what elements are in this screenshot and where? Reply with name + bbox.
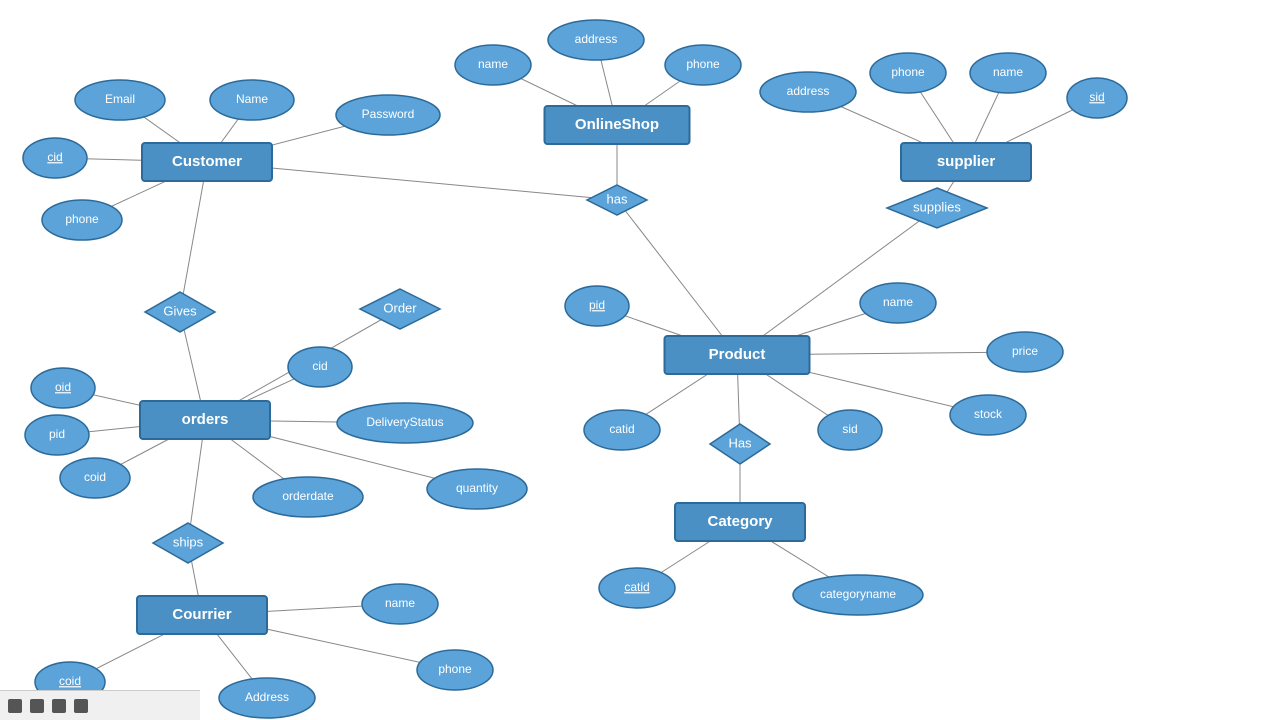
svg-text:Order: Order (383, 300, 417, 315)
svg-text:cid: cid (47, 150, 62, 164)
attribute-attr_pid_ord: pid (25, 415, 89, 455)
attribute-attr_price: price (987, 332, 1063, 372)
entity-product: Product (665, 336, 810, 374)
relationship-has: has (587, 185, 647, 215)
attribute-attr_coid: coid (60, 458, 130, 498)
svg-text:catid: catid (624, 580, 649, 594)
svg-text:phone: phone (65, 212, 99, 226)
toolbar-icon-4[interactable] (74, 699, 88, 713)
svg-text:DeliveryStatus: DeliveryStatus (366, 415, 443, 429)
relationship-gives: Gives (145, 292, 215, 332)
svg-text:Category: Category (707, 513, 773, 530)
svg-text:Courrier: Courrier (172, 606, 231, 623)
attribute-attr_name_prod: name (860, 283, 936, 323)
attribute-attr_phone_cust: phone (42, 200, 122, 240)
attribute-attr_address_cour: Address (219, 678, 315, 718)
entity-onlineshop: OnlineShop (545, 106, 690, 144)
svg-text:coid: coid (84, 470, 106, 484)
svg-text:name: name (883, 295, 913, 309)
attribute-attr_address_shop: address (548, 20, 644, 60)
relationship-ships: ships (153, 523, 223, 563)
svg-text:orders: orders (182, 411, 229, 428)
svg-text:cid: cid (312, 359, 327, 373)
attribute-attr_phone_cour: phone (417, 650, 493, 690)
attribute-attr_orderdate: orderdate (253, 477, 363, 517)
attribute-attr_deliverystatus: DeliveryStatus (337, 403, 473, 443)
attribute-attr_name_shop: name (455, 45, 531, 85)
attribute-attr_pid: pid (565, 286, 629, 326)
toolbar-icon-2[interactable] (30, 699, 44, 713)
svg-text:oid: oid (55, 380, 71, 394)
er-diagram: Email Name cid phone Password address name phon… (0, 0, 1280, 720)
attribute-attr_name_cour: name (362, 584, 438, 624)
attribute-attr_address_sup: address (760, 72, 856, 112)
svg-text:coid: coid (59, 674, 81, 688)
svg-text:categoryname: categoryname (820, 587, 896, 601)
svg-text:OnlineShop: OnlineShop (575, 116, 659, 133)
svg-text:Address: Address (245, 690, 289, 704)
svg-text:supplies: supplies (913, 199, 961, 214)
attribute-attr_password: Password (336, 95, 440, 135)
attribute-attr_categoryname: categoryname (793, 575, 923, 615)
attribute-attr_phone_sup: phone (870, 53, 946, 93)
attribute-attr_phone_shop: phone (665, 45, 741, 85)
attribute-attr_sid_prod: sid (818, 410, 882, 450)
svg-text:supplier: supplier (937, 153, 996, 170)
toolbar-icon-1[interactable] (8, 699, 22, 713)
entity-courrier: Courrier (137, 596, 267, 634)
svg-text:pid: pid (49, 427, 65, 441)
svg-text:quantity: quantity (456, 481, 498, 495)
attribute-attr_oid: oid (31, 368, 95, 408)
svg-text:name: name (478, 57, 508, 71)
svg-text:catid: catid (609, 422, 634, 436)
svg-text:phone: phone (686, 57, 720, 71)
svg-text:sid: sid (1089, 90, 1104, 104)
attribute-attr_quantity: quantity (427, 469, 527, 509)
attribute-attr_cid: cid (23, 138, 87, 178)
attribute-attr_name_sup: name (970, 53, 1046, 93)
entity-supplier: supplier (901, 143, 1031, 181)
svg-text:phone: phone (891, 65, 925, 79)
svg-text:Email: Email (105, 92, 135, 106)
svg-text:Customer: Customer (172, 153, 242, 170)
svg-text:Gives: Gives (163, 303, 197, 318)
svg-text:phone: phone (438, 662, 472, 676)
svg-text:address: address (787, 84, 830, 98)
attribute-attr_email: Email (75, 80, 165, 120)
svg-text:Has: Has (728, 435, 752, 450)
svg-text:orderdate: orderdate (282, 489, 334, 503)
svg-text:Product: Product (709, 346, 766, 363)
svg-text:Name: Name (236, 92, 268, 106)
attribute-attr_sid_sup: sid (1067, 78, 1127, 118)
entity-orders: orders (140, 401, 270, 439)
attribute-attr_catid_cat: catid (599, 568, 675, 608)
entity-customer: Customer (142, 143, 272, 181)
svg-text:Password: Password (362, 107, 415, 121)
entity-category: Category (675, 503, 805, 541)
attribute-attr_name_cust: Name (210, 80, 294, 120)
relationship-has2: Has (710, 424, 770, 464)
svg-text:has: has (607, 191, 628, 206)
svg-text:ships: ships (173, 534, 204, 549)
attribute-attr_cid_ord: cid (288, 347, 352, 387)
relationship-supplies: supplies (887, 188, 987, 228)
toolbar-icon-3[interactable] (52, 699, 66, 713)
svg-text:sid: sid (842, 422, 857, 436)
svg-text:address: address (575, 32, 618, 46)
svg-text:name: name (385, 596, 415, 610)
svg-text:stock: stock (974, 407, 1003, 421)
svg-text:name: name (993, 65, 1023, 79)
svg-text:pid: pid (589, 298, 605, 312)
svg-text:price: price (1012, 344, 1038, 358)
attribute-attr_stock: stock (950, 395, 1026, 435)
attribute-attr_catid_prod: catid (584, 410, 660, 450)
relationship-order: Order (360, 289, 440, 329)
toolbar (0, 690, 200, 720)
